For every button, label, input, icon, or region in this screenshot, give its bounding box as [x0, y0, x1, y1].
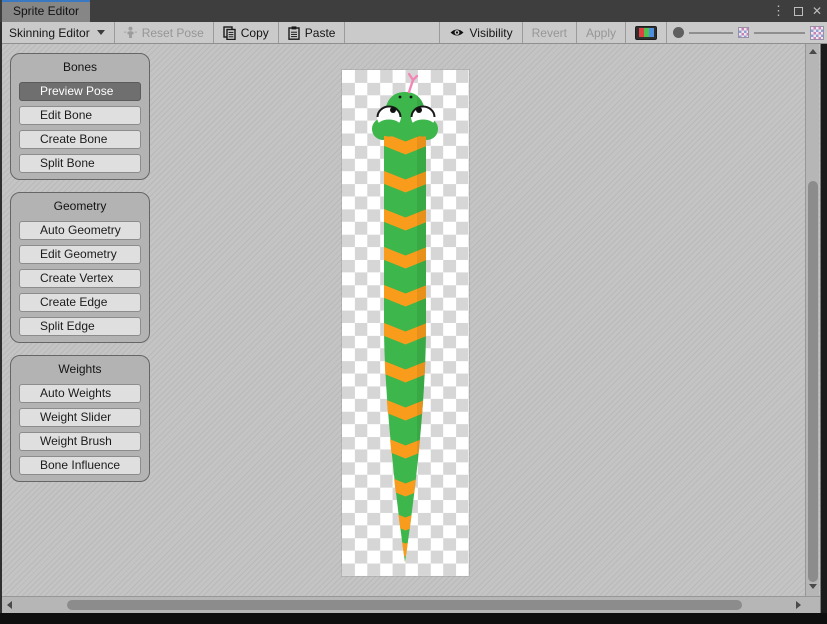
- mip-texture-large-icon: [810, 26, 824, 40]
- weights-panel-title: Weights: [19, 362, 141, 376]
- scroll-right-arrow-icon[interactable]: [796, 601, 801, 609]
- reset-pose-label: Reset Pose: [142, 26, 204, 40]
- chevron-down-icon: [97, 30, 105, 35]
- skinning-editor-dropdown[interactable]: Skinning Editor: [0, 22, 115, 43]
- window-menu-icon[interactable]: ⋮: [772, 0, 785, 22]
- slider-track[interactable]: [689, 32, 733, 34]
- slider-track[interactable]: [754, 32, 805, 34]
- skinning-editor-label: Skinning Editor: [9, 26, 90, 40]
- scroll-down-arrow-icon[interactable]: [809, 584, 817, 589]
- scroll-left-arrow-icon[interactable]: [7, 601, 12, 609]
- reset-pose-person-icon: [124, 26, 137, 39]
- snake-sprite: [342, 70, 469, 576]
- split-bone-button[interactable]: Split Bone: [19, 154, 141, 173]
- weight-brush-button[interactable]: Weight Brush: [19, 432, 141, 451]
- visibility-button[interactable]: Visibility: [439, 22, 523, 43]
- vertical-scrollbar[interactable]: [805, 44, 819, 596]
- visibility-label: Visibility: [470, 26, 513, 40]
- window-titlebar: Sprite Editor ⋮ ✕: [0, 0, 827, 22]
- tab-accent-bar: [2, 0, 90, 2]
- window-left-edge: [0, 22, 2, 624]
- create-vertex-button[interactable]: Create Vertex: [19, 269, 141, 288]
- paste-button[interactable]: Paste: [279, 22, 346, 43]
- tab-sprite-editor[interactable]: Sprite Editor: [2, 0, 90, 22]
- close-icon[interactable]: ✕: [812, 0, 822, 22]
- reset-pose-button[interactable]: Reset Pose: [115, 22, 214, 43]
- apply-label: Apply: [586, 26, 616, 40]
- vertical-scrollbar-thumb[interactable]: [808, 181, 818, 582]
- edit-bone-button[interactable]: Edit Bone: [19, 106, 141, 125]
- toolbar: Skinning Editor Reset Pose: [0, 22, 827, 44]
- sprite-canvas[interactable]: [342, 70, 469, 576]
- weights-panel: Weights Auto Weights Weight Slider Weigh…: [10, 355, 150, 482]
- copy-icon: [223, 26, 236, 40]
- bones-panel: Bones Preview Pose Edit Bone Create Bone…: [10, 53, 150, 180]
- apply-button[interactable]: Apply: [577, 22, 626, 43]
- window-right-edge: [820, 44, 827, 613]
- copy-button[interactable]: Copy: [214, 22, 279, 43]
- rgb-channels-icon: [635, 26, 657, 40]
- preview-pose-button[interactable]: Preview Pose: [19, 82, 141, 101]
- eye-icon: [449, 27, 465, 38]
- tab-title: Sprite Editor: [13, 4, 79, 18]
- create-edge-button[interactable]: Create Edge: [19, 293, 141, 312]
- weight-slider-button[interactable]: Weight Slider: [19, 408, 141, 427]
- paste-icon: [288, 26, 300, 40]
- revert-label: Revert: [532, 26, 567, 40]
- auto-geometry-button[interactable]: Auto Geometry: [19, 221, 141, 240]
- window-bottom-edge: [0, 613, 827, 624]
- auto-weights-button[interactable]: Auto Weights: [19, 384, 141, 403]
- copy-label: Copy: [241, 26, 269, 40]
- editor-viewport[interactable]: Bones Preview Pose Edit Bone Create Bone…: [2, 44, 820, 613]
- horizontal-scrollbar-thumb[interactable]: [67, 600, 742, 610]
- split-edge-button[interactable]: Split Edge: [19, 317, 141, 336]
- bone-influence-button[interactable]: Bone Influence: [19, 456, 141, 475]
- rgb-toggle-button[interactable]: [626, 22, 667, 43]
- maximize-icon[interactable]: [794, 7, 803, 16]
- create-bone-button[interactable]: Create Bone: [19, 130, 141, 149]
- toolbar-spacer: [345, 22, 438, 43]
- edit-geometry-button[interactable]: Edit Geometry: [19, 245, 141, 264]
- geometry-panel-title: Geometry: [19, 199, 141, 213]
- scroll-up-arrow-icon[interactable]: [809, 49, 817, 54]
- paste-label: Paste: [305, 26, 336, 40]
- window-controls: ⋮ ✕: [772, 0, 822, 22]
- mip-texture-small-icon: [738, 27, 749, 38]
- slider-knob[interactable]: [673, 27, 684, 38]
- bones-panel-title: Bones: [19, 60, 141, 74]
- mip-zoom-slider[interactable]: [667, 22, 827, 43]
- revert-button[interactable]: Revert: [523, 22, 577, 43]
- sprite-editor-window: Sprite Editor ⋮ ✕ Skinning Editor Reset …: [0, 0, 827, 624]
- geometry-panel: Geometry Auto Geometry Edit Geometry Cre…: [10, 192, 150, 343]
- horizontal-scrollbar[interactable]: [2, 596, 820, 613]
